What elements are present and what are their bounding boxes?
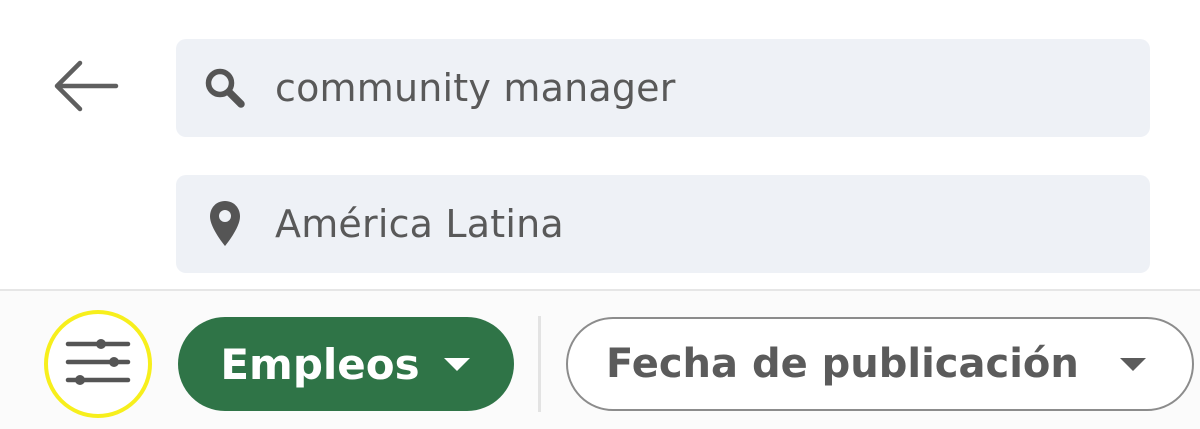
jobs-filter-pill[interactable]: Empleos — [178, 317, 514, 411]
location-input[interactable]: América Latina — [176, 175, 1150, 273]
jobs-filter-label: Empleos — [220, 339, 420, 389]
arrow-left-icon — [50, 58, 120, 118]
caret-down-icon — [442, 355, 472, 373]
location-value-text: América Latina — [275, 202, 564, 246]
all-filters-button[interactable] — [44, 310, 152, 418]
date-posted-filter-label: Fecha de publicación — [606, 341, 1079, 387]
search-query-text: community manager — [275, 66, 676, 110]
caret-down-icon — [1118, 319, 1148, 409]
filter-divider — [538, 316, 541, 412]
search-input[interactable]: community manager — [176, 39, 1150, 137]
sliders-icon — [65, 334, 131, 394]
location-pin-icon — [200, 175, 250, 273]
search-icon — [200, 39, 250, 137]
date-posted-filter-pill[interactable]: Fecha de publicación — [566, 317, 1194, 411]
back-button[interactable] — [44, 52, 126, 124]
